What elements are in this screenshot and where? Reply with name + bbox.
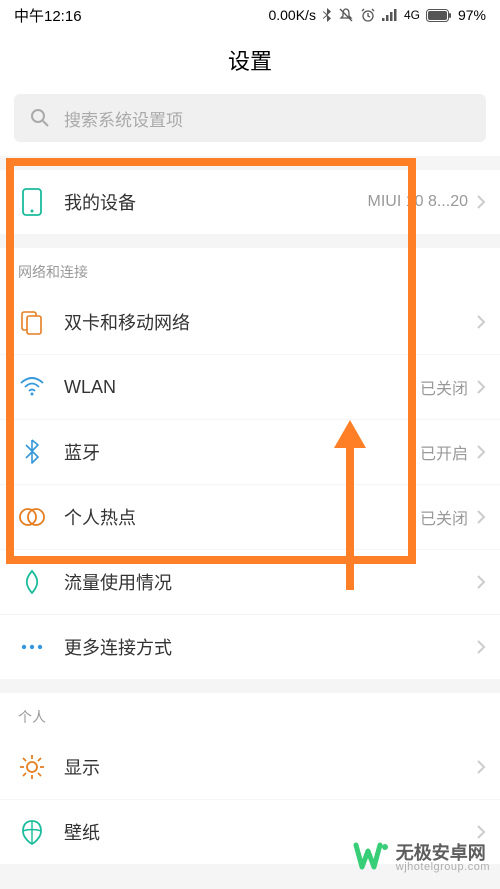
row-wlan[interactable]: WLAN 已关闭 xyxy=(0,355,500,419)
row-value: 已关闭 xyxy=(420,505,468,529)
row-bluetooth[interactable]: 蓝牙 已开启 xyxy=(0,420,500,484)
wallpaper-icon xyxy=(0,819,64,845)
status-netspeed: 0.00K/s xyxy=(268,7,315,23)
watermark-url: wjhotelgroup.com xyxy=(396,862,490,873)
row-hotspot[interactable]: 个人热点 已关闭 xyxy=(0,485,500,549)
row-more-connections[interactable]: 更多连接方式 xyxy=(0,615,500,679)
row-value: 已开启 xyxy=(420,440,468,464)
signal-icon xyxy=(382,9,398,21)
chevron-right-icon xyxy=(476,824,486,840)
watermark-logo-icon xyxy=(352,841,390,875)
section-header-network: 网络和连接 xyxy=(0,248,500,290)
row-sim[interactable]: 双卡和移动网络 xyxy=(0,290,500,354)
chevron-right-icon xyxy=(476,574,486,590)
alarm-icon xyxy=(360,7,376,23)
page-title: 设置 xyxy=(0,30,500,94)
hotspot-icon xyxy=(0,507,64,527)
row-label: 显示 xyxy=(64,754,476,780)
dnd-icon xyxy=(338,7,354,23)
battery-icon xyxy=(426,9,452,22)
status-right: 0.00K/s 4G 97% xyxy=(268,7,486,23)
watermark: 无极安卓网 wjhotelgroup.com xyxy=(352,841,490,875)
search-container: 搜索系统设置项 xyxy=(0,94,500,156)
row-value: 已关闭 xyxy=(420,375,468,399)
row-label: 蓝牙 xyxy=(64,439,420,465)
status-time: 中午12:16 xyxy=(14,5,82,26)
row-label: 双卡和移动网络 xyxy=(64,309,476,335)
row-label: WLAN xyxy=(64,377,420,398)
bluetooth-status-icon xyxy=(322,8,332,22)
more-icon xyxy=(0,643,64,651)
chevron-right-icon xyxy=(476,444,486,460)
chevron-right-icon xyxy=(476,194,486,210)
status-bar: 中午12:16 0.00K/s 4G 97% xyxy=(0,0,500,30)
row-display[interactable]: 显示 xyxy=(0,735,500,799)
row-label: 更多连接方式 xyxy=(64,634,476,660)
chevron-right-icon xyxy=(476,509,486,525)
chevron-right-icon xyxy=(476,379,486,395)
row-my-device[interactable]: 我的设备 MIUI 10 8...20 xyxy=(0,170,500,234)
section-divider xyxy=(0,234,500,248)
row-data-usage[interactable]: 流量使用情况 xyxy=(0,550,500,614)
sim-icon xyxy=(0,309,64,335)
status-network-label: 4G xyxy=(404,8,420,22)
search-placeholder: 搜索系统设置项 xyxy=(64,106,183,131)
section-header-personal: 个人 xyxy=(0,693,500,735)
row-value: MIUI 10 8...20 xyxy=(368,193,469,211)
section-divider xyxy=(0,156,500,170)
row-label: 流量使用情况 xyxy=(64,569,476,595)
device-icon xyxy=(0,188,64,216)
status-battery: 97% xyxy=(458,7,486,23)
row-label: 个人热点 xyxy=(64,504,420,530)
chevron-right-icon xyxy=(476,314,486,330)
watermark-brand: 无极安卓网 xyxy=(396,844,490,862)
search-icon xyxy=(30,108,50,128)
display-icon xyxy=(0,754,64,780)
row-label: 我的设备 xyxy=(64,189,368,215)
chevron-right-icon xyxy=(476,639,486,655)
section-divider xyxy=(0,679,500,693)
wifi-icon xyxy=(0,377,64,397)
data-usage-icon xyxy=(0,569,64,595)
search-input[interactable]: 搜索系统设置项 xyxy=(14,94,486,142)
chevron-right-icon xyxy=(476,759,486,775)
bluetooth-icon xyxy=(0,439,64,465)
